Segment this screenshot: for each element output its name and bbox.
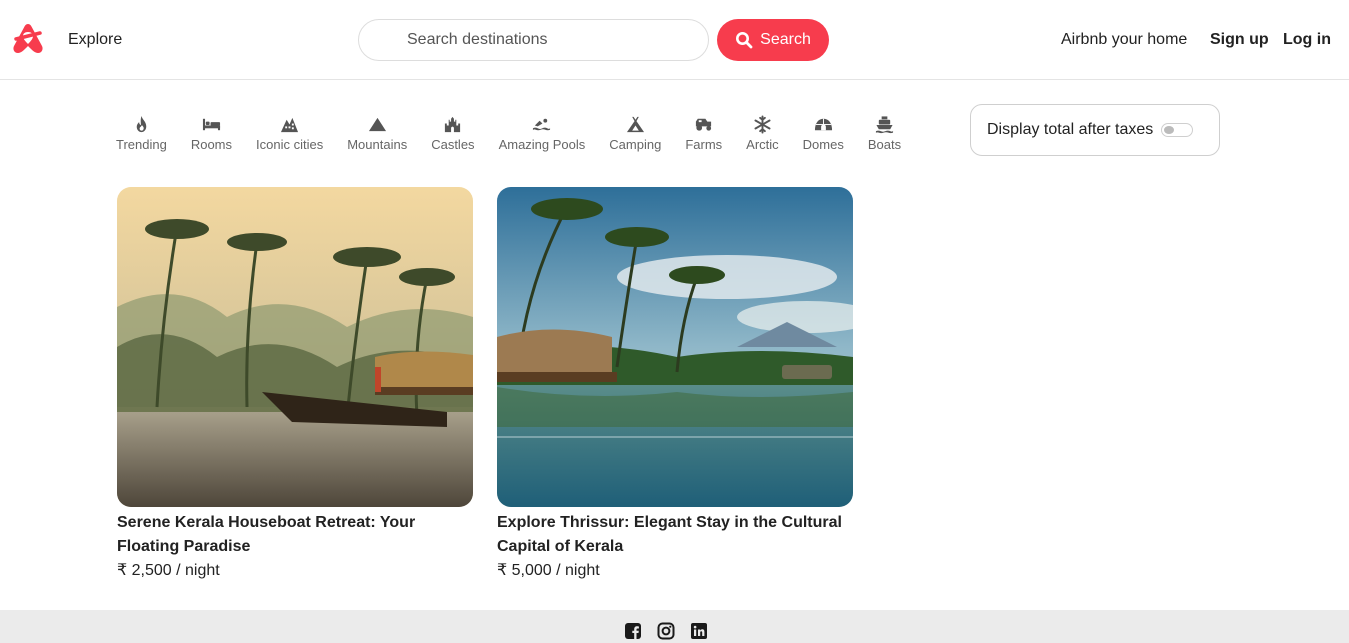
category-iconic-cities[interactable]: Iconic cities	[256, 114, 323, 158]
category-trending[interactable]: Trending	[116, 114, 167, 158]
listing-title[interactable]: Explore Thrissur: Elegant Stay in the Cu…	[497, 511, 853, 559]
igloo-icon	[813, 114, 833, 134]
search-button[interactable]: Search	[717, 19, 829, 61]
switch-knob	[1164, 126, 1175, 134]
login-link[interactable]: Log in	[1283, 30, 1331, 50]
category-label: Farms	[685, 137, 723, 152]
airbnb-logo-icon[interactable]	[11, 22, 45, 55]
tax-toggle-label: Display total after taxes	[987, 121, 1154, 138]
tax-switch[interactable]	[1161, 123, 1194, 137]
category-rooms[interactable]: Rooms	[191, 114, 232, 158]
search-input[interactable]	[358, 19, 709, 61]
category-label: Mountains	[347, 137, 408, 152]
listing-image[interactable]	[117, 187, 473, 507]
castle-icon	[443, 114, 463, 134]
search-icon	[736, 32, 753, 49]
facebook-icon[interactable]	[624, 622, 642, 640]
category-boats[interactable]: Boats	[868, 114, 901, 158]
category-label: Boats	[867, 137, 902, 152]
ship-icon	[874, 114, 894, 134]
navbar: Explore Search Airbnb your home Sign up …	[0, 0, 1349, 80]
listing-price: ₹ 2,500 / night	[117, 562, 220, 579]
mountain-icon	[367, 114, 387, 134]
listing-card[interactable]: Serene Kerala Houseboat Retreat: Your Fl…	[117, 187, 473, 583]
footer	[0, 610, 1349, 643]
instagram-icon[interactable]	[657, 622, 675, 640]
category-label: Domes	[802, 137, 844, 152]
linkedin-icon[interactable]	[690, 622, 708, 640]
listing-price: ₹ 5,000 / night	[497, 562, 600, 579]
category-label: Iconic cities	[256, 137, 324, 152]
category-bar: Trending Rooms Iconic cities Mountains C…	[116, 114, 901, 158]
search-button-label: Search	[760, 31, 811, 48]
signup-link[interactable]: Sign up	[1210, 30, 1269, 50]
host-link[interactable]: Airbnb your home	[1061, 30, 1187, 50]
category-label: Castles	[431, 137, 475, 152]
category-mountains[interactable]: Mountains	[347, 114, 407, 158]
category-arctic[interactable]: Arctic	[746, 114, 779, 158]
explore-link[interactable]: Explore	[68, 30, 122, 50]
category-label: Rooms	[190, 137, 233, 152]
city-icon	[280, 114, 300, 134]
pool-icon	[532, 114, 552, 134]
fire-icon	[131, 114, 151, 134]
listing-title[interactable]: Serene Kerala Houseboat Retreat: Your Fl…	[117, 511, 473, 559]
tax-toggle[interactable]: Display total after taxes	[970, 104, 1220, 156]
listing-card[interactable]: Explore Thrissur: Elegant Stay in the Cu…	[497, 187, 853, 583]
tent-icon	[625, 114, 645, 134]
category-label: Trending	[116, 137, 167, 152]
bed-icon	[201, 114, 221, 134]
category-castles[interactable]: Castles	[431, 114, 475, 158]
category-camping[interactable]: Camping	[609, 114, 661, 158]
category-farms[interactable]: Farms	[685, 114, 722, 158]
category-amazing-pools[interactable]: Amazing Pools	[498, 114, 586, 158]
category-label: Arctic	[746, 137, 779, 152]
category-label: Amazing Pools	[498, 137, 586, 152]
tractor-icon	[694, 114, 714, 134]
category-domes[interactable]: Domes	[803, 114, 844, 158]
snowflake-icon	[752, 114, 772, 134]
listing-image[interactable]	[497, 187, 853, 507]
category-label: Camping	[609, 137, 662, 152]
